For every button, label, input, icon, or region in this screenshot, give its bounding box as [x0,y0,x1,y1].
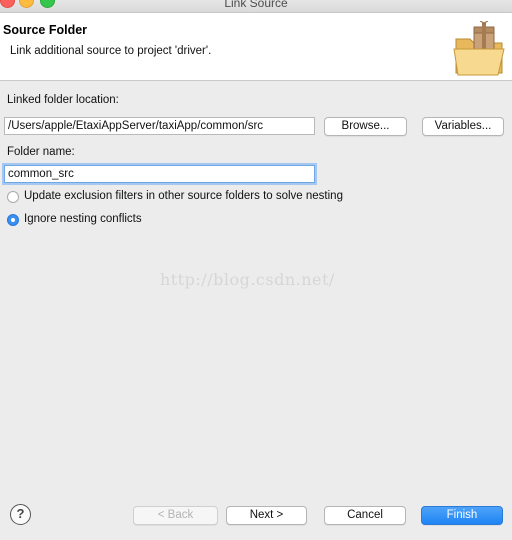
update-exclusion-radio[interactable] [7,191,19,203]
window-titlebar: Link Source [0,0,512,13]
banner-title: Source Folder [3,23,88,37]
folder-name-label: Folder name: [7,146,75,158]
watermark-text: http://blog.csdn.net/ [160,270,335,289]
dialog-banner: Source Folder Link additional source to … [0,13,512,81]
ignore-nesting-label: Ignore nesting conflicts [24,213,142,225]
ignore-nesting-radio[interactable] [7,214,19,226]
back-button[interactable]: < Back [133,506,218,525]
variables-button[interactable]: Variables... [422,117,504,136]
linked-folder-location-label: Linked folder location: [7,94,119,106]
help-icon[interactable]: ? [10,504,31,525]
update-exclusion-label: Update exclusion filters in other source… [24,190,343,202]
browse-button[interactable]: Browse... [324,117,407,136]
finish-button[interactable]: Finish [421,506,503,525]
folder-package-icon [453,21,505,76]
cancel-button[interactable]: Cancel [324,506,406,525]
banner-description: Link additional source to project 'drive… [10,45,212,57]
window-title: Link Source [224,0,288,10]
next-button[interactable]: Next > [226,506,307,525]
linked-folder-location-input[interactable] [4,117,315,135]
folder-name-input[interactable] [4,165,315,183]
